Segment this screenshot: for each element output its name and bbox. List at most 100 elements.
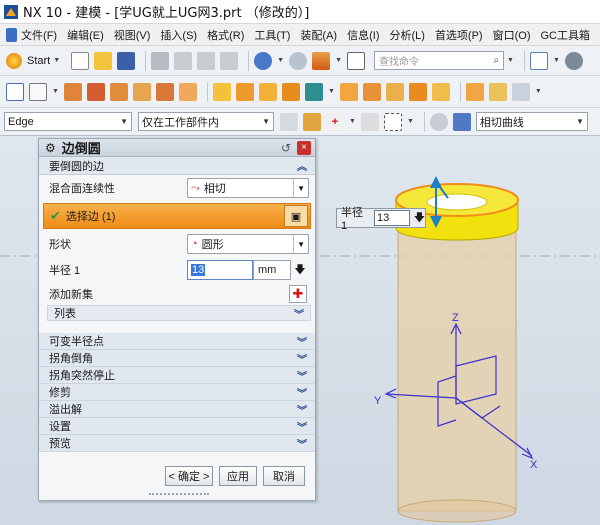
menu-gc-toolbox[interactable]: GC工具箱 (541, 27, 591, 43)
snap-add-icon[interactable]: + (326, 112, 344, 131)
menu-view[interactable]: 视图(V) (114, 27, 151, 43)
menu-tools[interactable]: 工具(T) (254, 27, 290, 43)
section-overflow[interactable]: 溢出解 ︾ (39, 401, 315, 418)
menu-insert[interactable]: 插入(S) (160, 27, 197, 43)
pattern-icon[interactable] (212, 82, 231, 101)
fit-view-icon[interactable] (529, 51, 548, 70)
surface-icon[interactable] (511, 82, 530, 101)
dialog-title-bar[interactable]: ⚙ 边倒圆 ↺ × (39, 139, 315, 157)
section-corner-setback[interactable]: 拐角倒角 ︾ (39, 350, 315, 367)
shape-select[interactable]: ◔ 圆形 ▼ (187, 234, 309, 254)
continuity-select[interactable]: ⤳ 相切 ▼ (187, 178, 309, 198)
menu-file[interactable]: 文件(F) (21, 27, 57, 43)
new-file-icon[interactable] (71, 51, 90, 70)
ok-button[interactable]: < 确定 > (165, 466, 213, 486)
section-edge-header[interactable]: 要倒圆的边 ︽ (39, 157, 315, 175)
menu-assembly[interactable]: 装配(A) (300, 27, 337, 43)
paste-icon[interactable] (197, 51, 216, 70)
list-header[interactable]: 列表 ︾ (47, 305, 311, 321)
menu-analysis[interactable]: 分析(L) (389, 27, 424, 43)
menu-format[interactable]: 格式(R) (207, 27, 244, 43)
radius-unit[interactable]: mm (253, 260, 291, 280)
draft-icon[interactable] (385, 82, 404, 101)
snap-point-icon[interactable] (303, 112, 321, 131)
intersect-icon[interactable] (281, 82, 300, 101)
select-edge-cube-icon[interactable]: ▣ (284, 205, 308, 227)
shell-dropdown-icon[interactable]: ▼ (328, 88, 335, 95)
boss-icon[interactable] (132, 82, 151, 101)
onscreen-radius-value[interactable]: 13 (374, 210, 410, 226)
pocket-icon[interactable] (155, 82, 174, 101)
section-stop-short[interactable]: 拐角突然停止 ︾ (39, 367, 315, 384)
sketch-icon[interactable] (6, 82, 24, 101)
add-new-set-button[interactable]: ✚ (289, 285, 307, 303)
extrude-icon[interactable] (63, 82, 82, 101)
gear-icon[interactable]: ⚙ (45, 141, 56, 155)
select-edge-row[interactable]: ✔ 选择边 (1) ▣ (43, 203, 311, 229)
reset-icon[interactable]: ↺ (281, 141, 291, 155)
render-dropdown-icon[interactable]: ▼ (335, 57, 342, 64)
select-pointer-icon[interactable] (347, 51, 366, 70)
render-style-icon[interactable] (312, 51, 331, 70)
split-body-icon[interactable] (431, 82, 450, 101)
delete-icon[interactable] (220, 51, 239, 70)
save-icon[interactable] (117, 51, 136, 70)
revolve-icon[interactable] (86, 82, 105, 101)
unite-icon[interactable] (235, 82, 254, 101)
section-settings[interactable]: 设置 ︾ (39, 418, 315, 435)
intersection-icon[interactable] (360, 112, 379, 131)
command-search[interactable]: 查找命令 ⌕ (374, 51, 505, 70)
resize-grip[interactable] (149, 493, 209, 497)
cancel-button[interactable]: 取消 (263, 466, 305, 486)
menu-preferences[interactable]: 首选项(P) (435, 27, 483, 43)
view-orient-icon[interactable] (564, 51, 583, 70)
section-variable-radius[interactable]: 可变半径点 ︾ (39, 333, 315, 350)
undo-dropdown-icon[interactable]: ▼ (277, 57, 284, 64)
radius-input[interactable]: 13 (187, 260, 253, 280)
cut-icon[interactable] (151, 51, 170, 70)
selection-box-dropdown-icon[interactable]: ▼ (407, 118, 414, 125)
shell-icon[interactable] (304, 82, 323, 101)
datum-plane-icon[interactable] (29, 82, 47, 101)
start-button[interactable]: Start ▼ (6, 52, 65, 69)
edge-blend-icon[interactable] (339, 82, 358, 101)
type-filter-select[interactable]: Edge ▼ (4, 112, 132, 131)
undo-icon[interactable] (254, 51, 273, 70)
start-dropdown-icon[interactable]: ▼ (53, 57, 60, 64)
copy-icon[interactable] (174, 51, 193, 70)
arrow-down-icon[interactable]: 🡇 (292, 260, 308, 280)
hole-icon[interactable] (109, 82, 128, 101)
curve-rule-select[interactable]: 相切曲线 ▼ (475, 112, 588, 131)
selection-box-icon[interactable] (383, 112, 402, 131)
chevron-down-icon: ▼ (293, 179, 305, 197)
close-icon[interactable]: × (297, 140, 311, 155)
add-set-row: 添加新集 ✚ (39, 283, 315, 305)
menu-info[interactable]: 信息(I) (347, 27, 379, 43)
offset-face-icon[interactable] (465, 82, 484, 101)
trim-body-icon[interactable] (408, 82, 427, 101)
pad-icon[interactable] (178, 82, 197, 101)
snap-dropdown-icon[interactable]: ▼ (349, 118, 356, 125)
scope-filter-select[interactable]: 仅在工作部件内 ▼ (138, 112, 274, 131)
menu-edit[interactable]: 编辑(E) (67, 27, 104, 43)
chamfer-icon[interactable] (362, 82, 381, 101)
body-select-icon[interactable] (452, 112, 471, 131)
open-folder-icon[interactable] (94, 51, 113, 70)
datum-dropdown-icon[interactable]: ▼ (52, 88, 59, 95)
thicken-icon[interactable] (488, 82, 507, 101)
section-preview[interactable]: 预览 ︾ (39, 435, 315, 452)
menu-app-icon[interactable] (6, 27, 18, 42)
surface-dropdown-icon[interactable]: ▼ (535, 88, 542, 95)
filter-reset-icon[interactable] (280, 112, 298, 131)
feature-select-icon[interactable] (429, 112, 448, 131)
shape-label: 形状 (49, 239, 71, 251)
arrow-down-icon[interactable]: 🡇 (414, 209, 425, 228)
apply-button[interactable]: 应用 (219, 466, 257, 486)
search-dropdown-icon[interactable]: ▼ (507, 57, 514, 64)
fit-view-dropdown-icon[interactable]: ▼ (553, 57, 560, 64)
subtract-icon[interactable] (258, 82, 277, 101)
menu-window[interactable]: 窗口(O) (493, 27, 531, 43)
section-trim[interactable]: 修剪 ︾ (39, 384, 315, 401)
onscreen-radius-input[interactable]: 半径 1 13 🡇 (336, 207, 426, 232)
redo-icon[interactable] (289, 51, 308, 70)
